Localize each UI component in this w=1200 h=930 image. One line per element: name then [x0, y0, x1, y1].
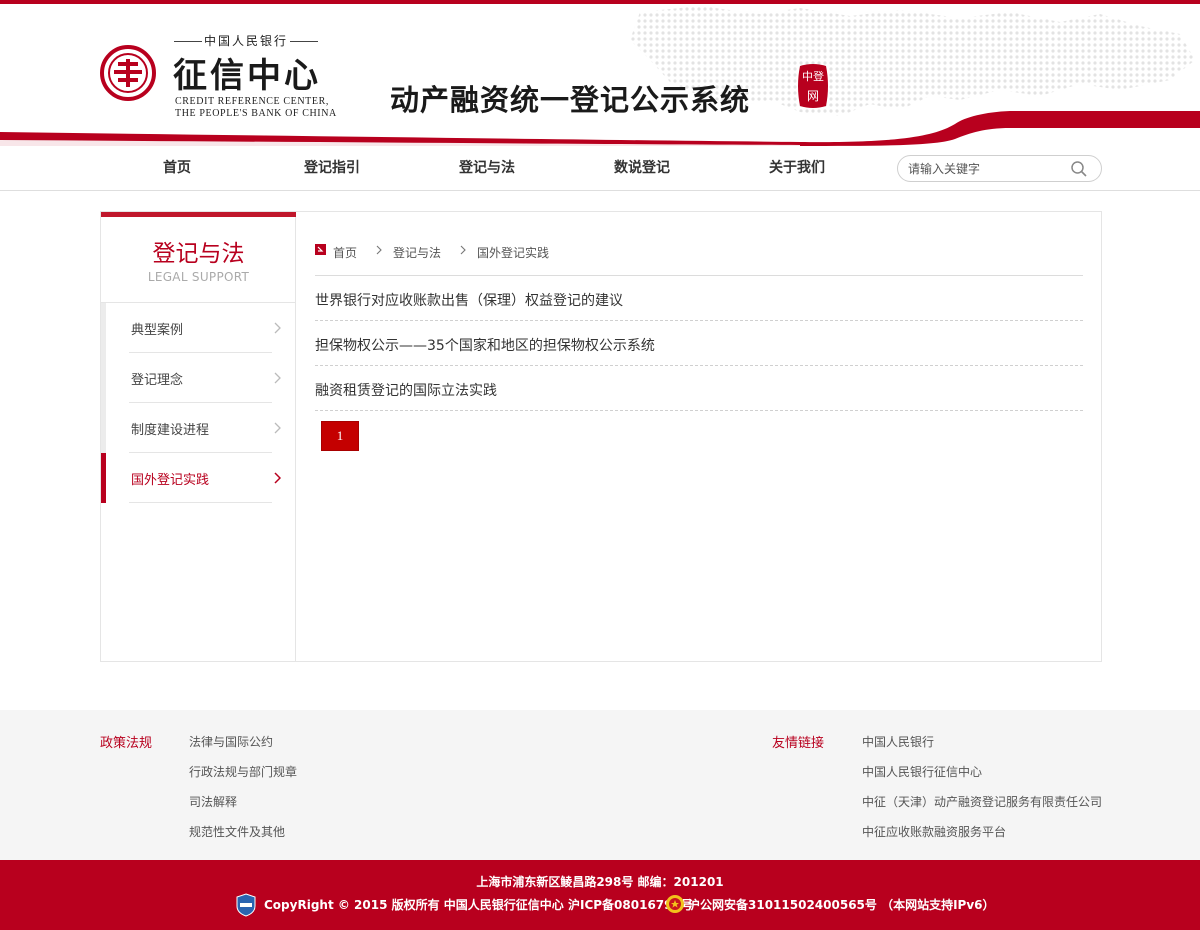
friend-link[interactable]: 中国人民银行 [862, 733, 934, 750]
credit-center-logo[interactable]: 中国人民银行 征信中心 CREDIT REFERENCE CENTER, THE… [100, 30, 340, 125]
list-item[interactable]: 担保物权公示——35个国家和地区的担保物权公示系统 [315, 321, 1083, 366]
content-area: 首页 登记与法 国外登记实践 世界银行对应收账款出售（保理）权益登记的建议 担保… [315, 212, 1083, 661]
sidebar: 登记与法 LEGAL SUPPORT 典型案例 登记理念 制度建设进程 国外登记… [101, 212, 296, 661]
sidebar-item-label: 典型案例 [131, 323, 184, 338]
pagination-page-1[interactable]: 1 [321, 421, 359, 451]
chevron-right-icon [376, 245, 382, 255]
chevron-right-icon [274, 422, 281, 434]
home-marker-icon [315, 244, 326, 255]
footer-address: 上海市浦东新区鲮昌路298号 邮编：201201 [476, 875, 724, 889]
list-item[interactable]: 世界银行对应收账款出售（保理）权益登记的建议 [315, 276, 1083, 321]
friend-link[interactable]: 中国人民银行征信中心 [862, 763, 982, 780]
website-badge-icon[interactable] [236, 893, 256, 917]
policy-link[interactable]: 司法解释 [189, 793, 237, 810]
logo-english-line1: CREDIT REFERENCE CENTER, [175, 96, 329, 107]
breadcrumb-home[interactable]: 首页 [333, 244, 357, 261]
logo-main-text: 征信中心 [173, 56, 321, 96]
friend-link[interactable]: 中征应收账款融资服务平台 [862, 823, 1006, 840]
footer-copyright: CopyRight © 2015 版权所有 中国人民银行征信中心 沪ICP备08… [264, 898, 693, 912]
main-nav: 首页 登记指引 登记与法 数说登记 关于我们 [0, 146, 1200, 191]
logo-english-line2: THE PEOPLE'S BANK OF CHINA [175, 108, 337, 119]
policy-link[interactable]: 行政法规与部门规章 [189, 763, 297, 780]
svg-text:中登: 中登 [802, 69, 824, 83]
sidebar-item-marker [101, 303, 106, 353]
credit-center-emblem-icon [100, 45, 156, 101]
site-header: 中国人民银行 征信中心 CREDIT REFERENCE CENTER, THE… [0, 0, 1200, 146]
search-icon[interactable] [1070, 160, 1088, 178]
sidebar-item-label: 国外登记实践 [131, 473, 210, 488]
nav-registration-and-law[interactable]: 登记与法 [427, 146, 547, 190]
breadcrumb-registration-and-law[interactable]: 登记与法 [393, 244, 441, 261]
article-link[interactable]: 担保物权公示——35个国家和地区的担保物权公示系统 [315, 335, 655, 355]
breadcrumb: 首页 登记与法 国外登记实践 [315, 243, 1083, 263]
zhongdengwang-seal-icon: 中登 网 [798, 64, 828, 108]
sidebar-item-foreign-practice[interactable]: 国外登记实践 [101, 453, 296, 503]
article-list: 世界银行对应收账款出售（保理）权益登记的建议 担保物权公示——35个国家和地区的… [315, 276, 1083, 411]
sidebar-item-label: 登记理念 [131, 373, 184, 388]
sidebar-header: 登记与法 LEGAL SUPPORT [101, 217, 296, 303]
nav-about-us[interactable]: 关于我们 [737, 146, 857, 190]
policy-link[interactable]: 规范性文件及其他 [189, 823, 285, 840]
sidebar-item-system-building[interactable]: 制度建设进程 [101, 403, 296, 453]
site-footer: 上海市浦东新区鲮昌路298号 邮编：201201 CopyRight © 201… [0, 860, 1200, 930]
svg-text:网: 网 [807, 89, 819, 103]
nav-data-registration[interactable]: 数说登记 [582, 146, 702, 190]
sidebar-item-marker [101, 353, 106, 403]
nav-home[interactable]: 首页 [117, 146, 237, 190]
chevron-right-icon [460, 245, 466, 255]
nav-registration-guide[interactable]: 登记指引 [272, 146, 392, 190]
site-title: 动产融资统一登记公示系统 [390, 83, 751, 117]
sidebar-menu: 典型案例 登记理念 制度建设进程 国外登记实践 [101, 303, 296, 503]
sidebar-item-label: 制度建设进程 [131, 423, 210, 438]
sidebar-subtitle: LEGAL SUPPORT [147, 270, 250, 284]
chevron-right-icon [274, 372, 281, 384]
main-panel: 登记与法 LEGAL SUPPORT 典型案例 登记理念 制度建设进程 国外登记… [100, 211, 1102, 662]
police-emblem-icon[interactable] [665, 893, 685, 915]
sidebar-item-marker [101, 453, 106, 503]
footer-police-record[interactable]: 沪公网安备31011502400565号 （本网站支持IPv6） [688, 896, 995, 913]
friend-link[interactable]: 中征（天津）动产融资登记服务有限责任公司 [862, 793, 1102, 810]
sidebar-item-marker [101, 403, 106, 453]
sidebar-title: 登记与法 [152, 241, 245, 267]
divider [129, 502, 272, 503]
sidebar-item-registration-philosophy[interactable]: 登记理念 [101, 353, 296, 403]
sidebar-item-typical-cases[interactable]: 典型案例 [101, 303, 296, 353]
article-link[interactable]: 世界银行对应收账款出售（保理）权益登记的建议 [315, 290, 623, 310]
search-box [897, 155, 1102, 182]
article-link[interactable]: 融资租赁登记的国际立法实践 [315, 380, 497, 400]
logo-top-text: 中国人民银行 [172, 32, 320, 49]
search-input[interactable] [908, 160, 1068, 178]
list-item[interactable]: 融资租赁登记的国际立法实践 [315, 366, 1083, 411]
policy-heading: 政策法规 [100, 736, 153, 751]
friend-links-heading: 友情链接 [772, 736, 825, 751]
chevron-right-icon [274, 322, 281, 334]
chevron-right-icon [274, 472, 281, 484]
policy-link[interactable]: 法律与国际公约 [189, 733, 273, 750]
footer-links: 政策法规 法律与国际公约 行政法规与部门规章 司法解释 规范性文件及其他 友情链… [0, 710, 1200, 860]
breadcrumb-foreign-practice[interactable]: 国外登记实践 [477, 244, 549, 261]
